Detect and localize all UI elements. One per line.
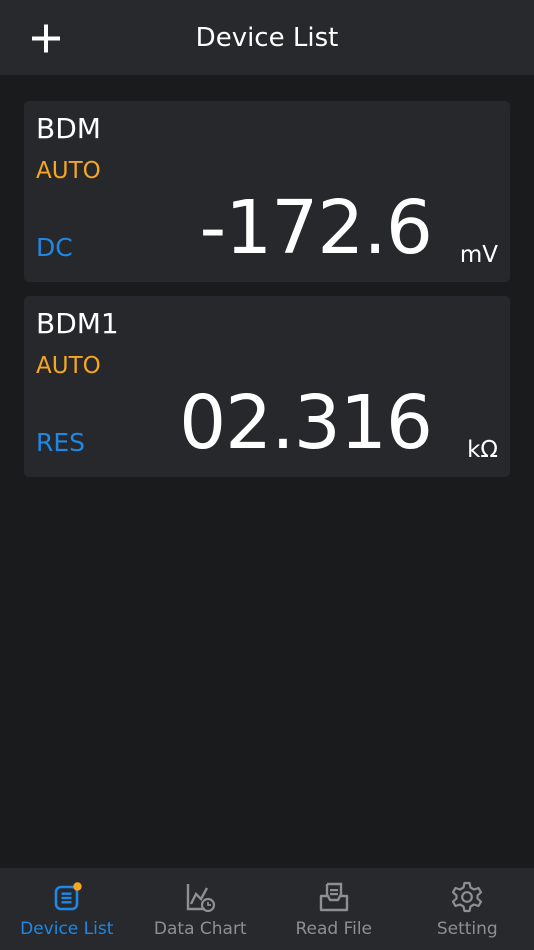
tab-label: Setting [436, 919, 498, 939]
tab-label: Read File [295, 919, 373, 939]
device-card-bdm[interactable]: BDM AUTO DC -172.6 mV [24, 101, 510, 282]
device-name: BDM1 [36, 307, 119, 340]
tab-data-chart[interactable]: Data Chart [134, 868, 268, 950]
device-card-bdm1[interactable]: BDM1 AUTO RES 02.316 kΩ [24, 296, 510, 477]
tab-device-list[interactable]: Device List [0, 868, 134, 950]
gear-icon [450, 880, 484, 914]
reading-value: -172.6 [199, 185, 433, 271]
reading-value: 02.316 [179, 380, 433, 466]
read-file-icon [317, 880, 351, 914]
tab-label: Data Chart [153, 919, 247, 939]
measure-mode-label: RES [36, 428, 86, 457]
page-title: Device List [195, 23, 339, 53]
device-name: BDM [36, 112, 101, 145]
reading-unit: kΩ [467, 437, 498, 463]
tab-label: Device List [20, 919, 114, 939]
top-bar: Device List [0, 0, 534, 75]
reading-unit: mV [459, 242, 498, 268]
tab-setting[interactable]: Setting [401, 868, 534, 950]
tab-read-file[interactable]: Read File [267, 868, 401, 950]
bottom-tab-bar: Device List Data Chart Read File Setting [0, 868, 534, 950]
measure-mode-label: DC [36, 233, 73, 262]
range-label: AUTO [36, 158, 101, 184]
range-label: AUTO [36, 353, 101, 379]
device-list-icon [50, 880, 84, 914]
data-chart-icon [183, 880, 217, 914]
